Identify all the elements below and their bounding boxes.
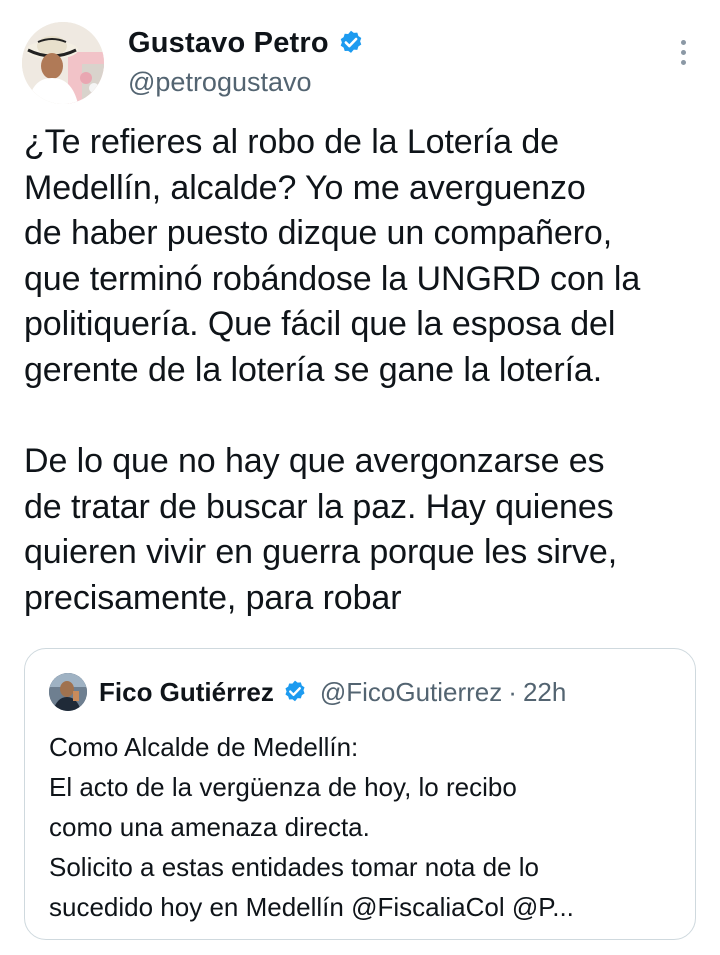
tweet-text-line: De lo que no hay que avergonzarse es bbox=[24, 442, 605, 481]
quoted-text-line: como una amenaza directa. bbox=[49, 812, 370, 842]
quoted-author-name[interactable]: Fico Gutiérrez bbox=[99, 677, 274, 708]
quoted-author-handle[interactable]: @FicoGutierrez bbox=[320, 677, 502, 708]
quoted-tweet[interactable]: Fico Gutiérrez @FicoGutierrez · 22h Como… bbox=[24, 648, 696, 940]
quoted-text-line: El acto de la vergüenza de hoy, lo recib… bbox=[49, 772, 517, 802]
tweet-text-line: Medellín, alcalde? Yo me averguenzo bbox=[24, 168, 586, 207]
tweet-header: Gustavo Petro @petrogustavo bbox=[22, 22, 698, 104]
tweet: Gustavo Petro @petrogustavo ¿Te refieres… bbox=[0, 0, 720, 955]
verified-badge-icon bbox=[340, 30, 362, 53]
tweet-text-line: que terminó robándose la UNGRD con la bbox=[24, 259, 641, 298]
tweet-text-line: de tratar de buscar la paz. Hay quienes bbox=[24, 487, 614, 526]
tweet-text-line: precisamente, para robar bbox=[24, 578, 402, 617]
author-handle[interactable]: @petrogustavo bbox=[128, 64, 365, 100]
quoted-text-line: sucedido hoy en Medellín @FiscaliaCol @P… bbox=[49, 892, 574, 922]
tweet-text-line: quieren vivir en guerra porque les sirve… bbox=[24, 533, 618, 572]
author-display-name[interactable]: Gustavo Petro bbox=[128, 26, 329, 60]
tweet-text-line: de haber puesto dizque un compañero, bbox=[24, 214, 613, 253]
quoted-tweet-header: Fico Gutiérrez @FicoGutierrez · 22h bbox=[49, 671, 566, 713]
author-avatar[interactable] bbox=[22, 22, 104, 104]
more-vertical-icon[interactable] bbox=[676, 40, 690, 70]
quoted-text-line: Solicito a estas entidades tomar nota de… bbox=[49, 852, 539, 882]
author-info: Gustavo Petro @petrogustavo bbox=[128, 26, 365, 100]
meta-separator: · bbox=[508, 676, 517, 707]
tweet-text-line: ¿Te refieres al robo de la Lotería de bbox=[24, 123, 559, 161]
tweet-text: ¿Te refieres al robo de la Lotería de Me… bbox=[24, 120, 704, 622]
quoted-tweet-time[interactable]: 22h bbox=[523, 677, 566, 708]
author-name-row[interactable]: Gustavo Petro bbox=[128, 26, 365, 60]
quoted-author-avatar[interactable] bbox=[49, 673, 87, 711]
quoted-tweet-text: Como Alcalde de Medellín: El acto de la … bbox=[49, 727, 679, 927]
verified-badge-icon bbox=[285, 680, 305, 702]
quoted-text-line: Como Alcalde de Medellín: bbox=[49, 732, 359, 762]
tweet-text-line: politiquería. Que fácil que la esposa de… bbox=[24, 305, 616, 344]
tweet-text-line: gerente de la lotería se gane la lotería… bbox=[24, 350, 603, 389]
